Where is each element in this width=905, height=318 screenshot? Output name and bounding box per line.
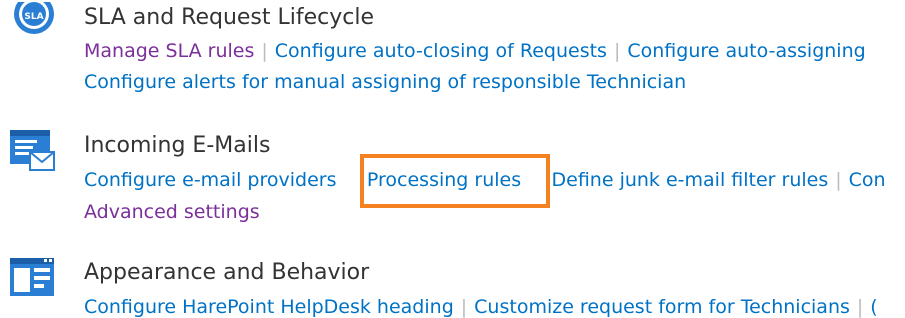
helpdesk-heading-link[interactable]: Configure HarePoint HelpDesk heading xyxy=(84,296,454,318)
link-separator: | xyxy=(460,296,468,318)
link-row: Configure HarePoint HelpDesk heading | Cus… xyxy=(84,294,878,318)
link-separator: | xyxy=(856,296,864,318)
manage-sla-rules-link[interactable]: Manage SLA rules xyxy=(84,40,254,62)
link-row: Manage SLA rules | Configure auto-closing … xyxy=(84,38,866,64)
truncated-link[interactable]: Con xyxy=(849,169,886,191)
settings-page: SLA SLA and Request Lifecycle Manage SLA… xyxy=(0,0,905,318)
link-separator: | xyxy=(835,169,842,191)
link-separator: | xyxy=(613,40,621,62)
section-sla-request-lifecycle: SLA SLA and Request Lifecycle Manage SLA… xyxy=(0,0,905,100)
section-incoming-emails: Incoming E-Mails Configure e-mail provid… xyxy=(0,124,905,228)
email-providers-link[interactable]: Configure e-mail providers xyxy=(84,169,336,191)
manual-assigning-alerts-link[interactable]: Configure alerts for manual assigning of… xyxy=(84,71,686,93)
truncated-link[interactable]: ( xyxy=(870,296,877,318)
auto-closing-requests-link[interactable]: Configure auto-closing of Requests xyxy=(275,40,607,62)
link-row: Advanced settings xyxy=(84,199,260,225)
section-title: SLA and Request Lifecycle xyxy=(84,5,375,30)
highlight-box xyxy=(360,154,550,208)
auto-assigning-link[interactable]: Configure auto-assigning xyxy=(627,40,865,62)
svg-text:SLA: SLA xyxy=(24,12,43,22)
appearance-window-icon xyxy=(8,254,56,302)
link-separator: | xyxy=(348,169,354,191)
advanced-settings-link[interactable]: Advanced settings xyxy=(84,201,260,223)
incoming-email-icon xyxy=(8,128,56,176)
section-title: Incoming E-Mails xyxy=(84,133,271,158)
section-title: Appearance and Behavior xyxy=(84,260,370,285)
junk-email-filter-link[interactable]: Define junk e-mail filter rules xyxy=(552,169,829,191)
section-appearance-behavior: Appearance and Behavior Configure HarePo… xyxy=(0,252,905,318)
link-separator: | xyxy=(261,40,268,62)
request-form-link[interactable]: Customize request form for Technicians xyxy=(474,296,850,318)
link-row: Configure alerts for manual assigning of… xyxy=(84,69,686,95)
sla-clock-icon: SLA xyxy=(8,0,56,50)
